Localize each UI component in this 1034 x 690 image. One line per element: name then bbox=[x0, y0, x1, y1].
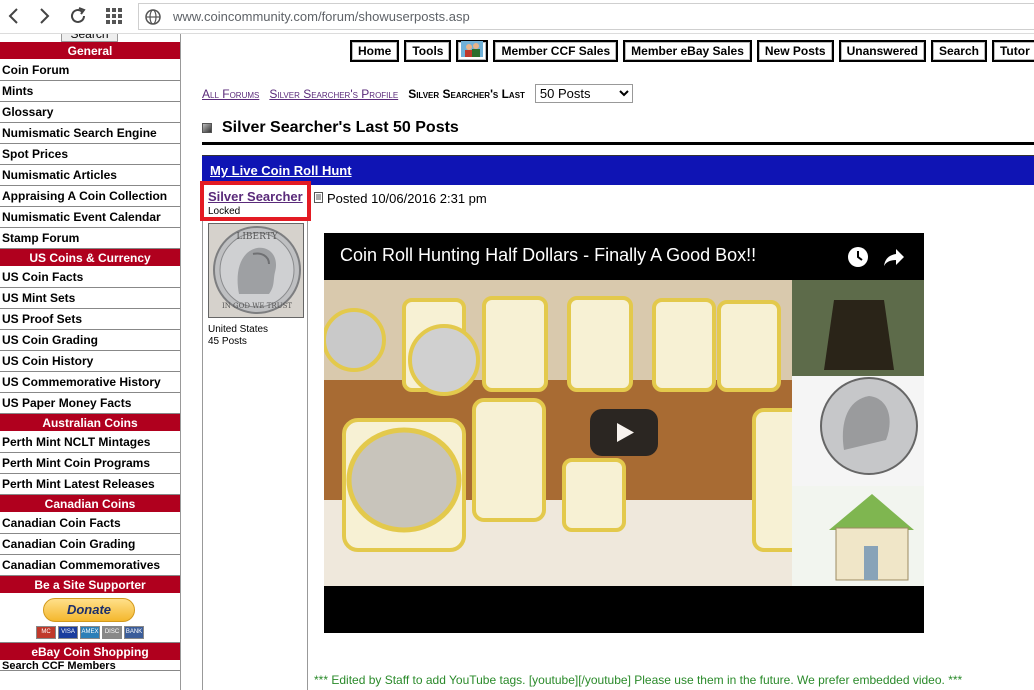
sidebar-item-perth-nclt[interactable]: Perth Mint NCLT Mintages bbox=[0, 432, 180, 453]
sidebar-item-us-commemorative-history[interactable]: US Commemorative History bbox=[0, 372, 180, 393]
nav-member-ebay-sales-button[interactable]: Member eBay Sales bbox=[623, 40, 752, 62]
svg-text:LIBERTY: LIBERTY bbox=[236, 232, 278, 242]
sidebar-item-search-ccf-members[interactable]: Search CCF Members bbox=[0, 661, 180, 672]
video-title[interactable]: Coin Roll Hunting Half Dollars - Finally… bbox=[340, 245, 756, 266]
sidebar-item-us-coin-history[interactable]: US Coin History bbox=[0, 351, 180, 372]
left-sidebar: Search General Coin Forum Mints Glossary… bbox=[0, 34, 181, 690]
apps-grid-icon[interactable] bbox=[100, 0, 128, 32]
avatar: LIBERTY IN GOD WE TRUST bbox=[208, 223, 304, 318]
nav-members-button[interactable] bbox=[456, 40, 489, 62]
post-document-icon bbox=[314, 191, 323, 206]
sidebar-item-us-coin-grading[interactable]: US Coin Grading bbox=[0, 330, 180, 351]
nav-search-button[interactable]: Search bbox=[930, 40, 987, 62]
post: Silver Searcher Locked LIBERTY IN GOD WE… bbox=[200, 181, 1034, 690]
sidebar-heading-general: General bbox=[0, 42, 180, 60]
sidebar-item-canadian-grading[interactable]: Canadian Coin Grading bbox=[0, 534, 180, 555]
sidebar-item-stamp-forum[interactable]: Stamp Forum bbox=[0, 228, 180, 249]
breadcrumb: All Forums Silver Searcher's Profile Sil… bbox=[202, 84, 633, 103]
sidebar-heading-australian-coins: Australian Coins bbox=[0, 414, 180, 432]
topic-title-link[interactable]: My Live Coin Roll Hunt bbox=[210, 163, 352, 178]
sidebar-item-search-engine[interactable]: Numismatic Search Engine bbox=[0, 123, 180, 144]
donate-button[interactable]: Donate bbox=[43, 598, 135, 622]
sidebar-heading-site-supporter: Be a Site Supporter bbox=[0, 576, 180, 594]
page-title-text: Silver Searcher's Last 50 Posts bbox=[222, 119, 459, 136]
nav-unanswered-button[interactable]: Unanswered bbox=[838, 40, 926, 62]
sidebar-heading-ebay: eBay Coin Shopping bbox=[0, 643, 180, 661]
svg-text:IN GOD WE TRUST: IN GOD WE TRUST bbox=[222, 302, 292, 310]
author-highlight-box bbox=[200, 181, 311, 221]
staff-edit-note: *** Edited by Staff to add YouTube tags.… bbox=[314, 673, 963, 687]
nav-tools-button[interactable]: Tools bbox=[404, 40, 452, 62]
nav-new-posts-button[interactable]: New Posts bbox=[756, 40, 834, 62]
sidebar-item-us-mint-sets[interactable]: US Mint Sets bbox=[0, 288, 180, 309]
nav-tutor-button[interactable]: Tutor bbox=[991, 40, 1034, 62]
amex-icon: AMEX bbox=[80, 626, 100, 639]
video-thumbnail bbox=[324, 280, 924, 586]
nav-home-button[interactable]: Home bbox=[350, 40, 400, 62]
breadcrumb-all-forums-link[interactable]: All Forums bbox=[202, 87, 259, 101]
sidebar-item-event-calendar[interactable]: Numismatic Event Calendar bbox=[0, 207, 180, 228]
post-date: Posted 10/06/2016 2:31 pm bbox=[327, 191, 487, 206]
topic-bar: My Live Coin Roll Hunt bbox=[202, 155, 1034, 185]
payment-cards: MC VISA AMEX DISC BANK bbox=[36, 626, 144, 639]
page-title: Silver Searcher's Last 50 Posts bbox=[202, 119, 459, 137]
sidebar-item-articles[interactable]: Numismatic Articles bbox=[0, 165, 180, 186]
visa-icon: VISA bbox=[58, 626, 78, 639]
sidebar-item-perth-releases[interactable]: Perth Mint Latest Releases bbox=[0, 474, 180, 495]
title-bullet-icon bbox=[202, 123, 212, 133]
video-play-button[interactable] bbox=[590, 409, 658, 456]
donate-area: Donate MC VISA AMEX DISC BANK bbox=[0, 594, 180, 643]
globe-icon bbox=[145, 9, 161, 30]
breadcrumb-last-label: Silver Searcher's Last bbox=[408, 86, 525, 101]
sidebar-item-canadian-commemoratives[interactable]: Canadian Commemoratives bbox=[0, 555, 180, 576]
author-location: United States bbox=[208, 324, 269, 335]
sidebar-item-us-paper-money[interactable]: US Paper Money Facts bbox=[0, 393, 180, 414]
sidebar-item-us-coin-facts[interactable]: US Coin Facts bbox=[0, 267, 180, 288]
address-bar[interactable]: www.coincommunity.com/forum/showuserpost… bbox=[138, 3, 1034, 30]
title-divider bbox=[202, 142, 1034, 145]
sidebar-search-button[interactable]: Search bbox=[61, 34, 118, 42]
post-meta: Posted 10/06/2016 2:31 pm bbox=[314, 191, 487, 206]
sidebar-item-canadian-facts[interactable]: Canadian Coin Facts bbox=[0, 513, 180, 534]
sidebar-item-appraising[interactable]: Appraising A Coin Collection bbox=[0, 186, 180, 207]
sidebar-item-coin-forum[interactable]: Coin Forum bbox=[0, 60, 180, 81]
youtube-embed[interactable]: Coin Roll Hunting Half Dollars - Finally… bbox=[324, 233, 924, 633]
sidebar-item-us-proof-sets[interactable]: US Proof Sets bbox=[0, 309, 180, 330]
sidebar-search: Search bbox=[0, 34, 180, 42]
watch-later-icon[interactable] bbox=[846, 245, 870, 274]
forward-arrow-icon[interactable] bbox=[30, 0, 58, 32]
breadcrumb-profile-link[interactable]: Silver Searcher's Profile bbox=[269, 87, 398, 101]
sidebar-item-perth-programs[interactable]: Perth Mint Coin Programs bbox=[0, 453, 180, 474]
share-icon[interactable] bbox=[882, 245, 906, 274]
sidebar-item-spot-prices[interactable]: Spot Prices bbox=[0, 144, 180, 165]
sidebar-item-glossary[interactable]: Glossary bbox=[0, 102, 180, 123]
author-column: Silver Searcher Locked LIBERTY IN GOD WE… bbox=[203, 185, 308, 690]
url-text: www.coincommunity.com/forum/showuserpost… bbox=[173, 9, 470, 24]
bank-icon: BANK bbox=[124, 626, 144, 639]
sidebar-item-mints[interactable]: Mints bbox=[0, 81, 180, 102]
sidebar-heading-canadian-coins: Canadian Coins bbox=[0, 495, 180, 513]
top-navigation: Home Tools Member CCF Sales Member eBay … bbox=[350, 40, 1034, 62]
discover-icon: DISC bbox=[102, 626, 122, 639]
mastercard-icon: MC bbox=[36, 626, 56, 639]
members-icon bbox=[461, 40, 484, 62]
back-arrow-icon[interactable] bbox=[0, 0, 28, 32]
author-post-count: 45 Posts bbox=[208, 336, 247, 347]
post-count-select[interactable]: 50 Posts bbox=[534, 84, 633, 103]
nav-member-ccf-sales-button[interactable]: Member CCF Sales bbox=[493, 40, 619, 62]
browser-toolbar: www.coincommunity.com/forum/showuserpost… bbox=[0, 0, 1034, 34]
reload-icon[interactable] bbox=[64, 0, 92, 32]
sidebar-heading-us-coins: US Coins & Currency bbox=[0, 249, 180, 267]
